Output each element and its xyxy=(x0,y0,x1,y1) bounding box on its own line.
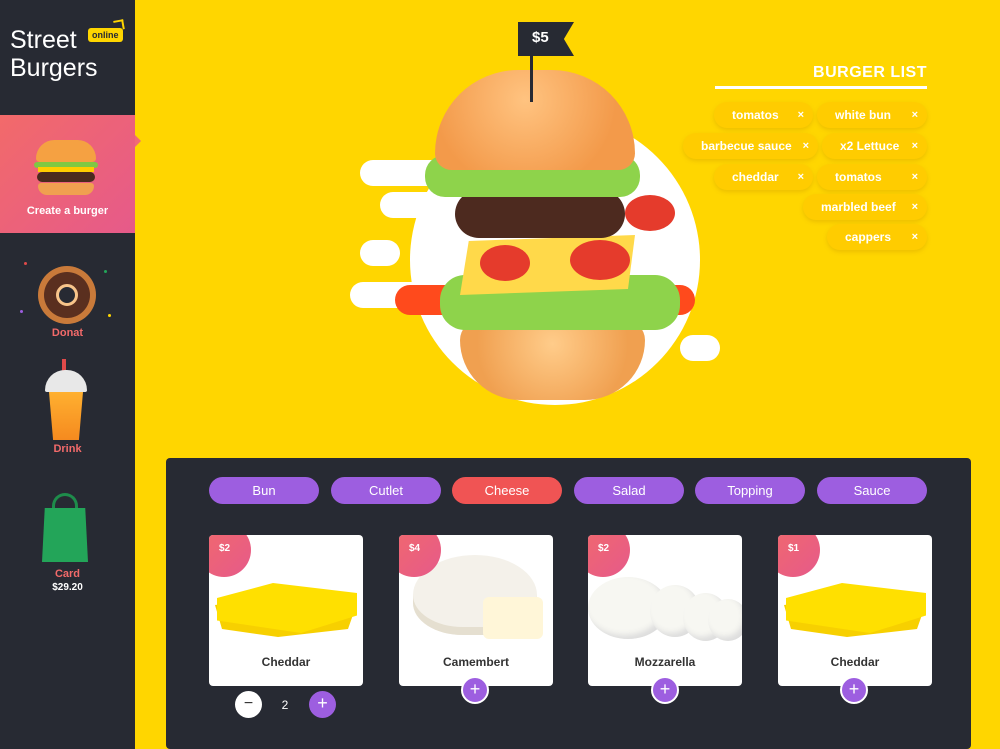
chip-label: x2 Lettuce xyxy=(840,139,900,153)
sprinkle-decoration xyxy=(24,262,27,265)
tab-topping[interactable]: Topping xyxy=(695,477,805,504)
remove-icon[interactable]: × xyxy=(912,194,918,220)
sidebar-item-create-burger[interactable]: Create a burger xyxy=(0,115,141,233)
product-card[interactable]: $1 Cheddar xyxy=(778,535,932,686)
chip-label: barbecue sauce xyxy=(701,139,792,153)
burger-illustration: $5 xyxy=(340,10,720,430)
tab-cutlet[interactable]: Cutlet xyxy=(331,477,441,504)
cart-total: $29.20 xyxy=(52,582,83,593)
tomato-slice xyxy=(570,240,630,280)
tab-bun[interactable]: Bun xyxy=(209,477,319,504)
chip-label: tomatos xyxy=(732,108,779,122)
decor-streak xyxy=(680,335,720,361)
sidebar-item-label: Drink xyxy=(53,443,82,455)
product-name: Cheddar xyxy=(830,655,880,669)
decrease-quantity-button[interactable]: − xyxy=(235,691,262,718)
product-name: Cheddar xyxy=(261,655,311,669)
product-card[interactable]: $2 Cheddar xyxy=(209,535,363,686)
app-logo[interactable]: Street Burgers xyxy=(10,26,98,82)
chip-label: white bun xyxy=(835,108,891,122)
sidebar-item-label: Create a burger xyxy=(26,205,109,217)
product-card[interactable]: $4 Camembert xyxy=(399,535,553,686)
ingredient-chip: x2 Lettuce × xyxy=(822,133,927,159)
add-button[interactable]: + xyxy=(840,676,868,704)
tomato-slice xyxy=(625,195,675,231)
price-badge: $2 xyxy=(588,535,630,577)
mozzarella-image xyxy=(708,599,742,641)
price-flag: $5 xyxy=(518,22,574,56)
chip-label: cheddar xyxy=(732,170,779,184)
add-button[interactable]: + xyxy=(651,676,679,704)
remove-icon[interactable]: × xyxy=(912,224,918,250)
remove-icon[interactable]: × xyxy=(798,164,804,190)
donut-icon xyxy=(38,266,96,324)
sidebar-item-drink[interactable]: Drink xyxy=(0,355,135,457)
remove-icon[interactable]: × xyxy=(803,133,809,159)
drink-lid-icon xyxy=(45,370,87,392)
shopping-bag-icon xyxy=(42,508,88,562)
logo-line1: Street xyxy=(10,26,77,54)
burger-list-underline xyxy=(715,86,927,89)
logo-line2: Burgers xyxy=(10,54,98,82)
chip-label: cappers xyxy=(845,230,892,244)
sprinkle-decoration xyxy=(108,314,111,317)
tab-salad[interactable]: Salad xyxy=(574,477,684,504)
sidebar-item-donat[interactable]: Donat xyxy=(0,250,135,342)
product-card[interactable]: $2 Mozzarella xyxy=(588,535,742,686)
ingredient-chip: tomatos × xyxy=(817,164,927,190)
ingredient-chip: white bun × xyxy=(817,102,927,128)
sidebar-item-label: Donat xyxy=(51,327,84,339)
ingredient-panel: Bun Cutlet Cheese Salad Topping Sauce $2… xyxy=(166,458,971,749)
sprinkle-decoration xyxy=(20,310,23,313)
decor-streak xyxy=(360,240,400,266)
product-name: Mozzarella xyxy=(634,655,696,669)
chip-label: tomatos xyxy=(835,170,882,184)
sidebar: Street Burgers online Create a burger Do… xyxy=(0,0,141,749)
ingredient-chip: tomatos × xyxy=(714,102,813,128)
bottom-bun xyxy=(460,320,645,400)
price-badge: $2 xyxy=(209,535,251,577)
patty-layer xyxy=(455,190,625,238)
ingredient-chip: marbled beef × xyxy=(803,194,927,220)
tab-cheese[interactable]: Cheese xyxy=(452,477,562,504)
ingredient-chip: cappers × xyxy=(827,224,927,250)
ingredient-chip: barbecue sauce × xyxy=(683,133,818,159)
add-button[interactable]: + xyxy=(461,676,489,704)
sidebar-item-card[interactable]: Card $29.20 xyxy=(0,490,135,600)
remove-icon[interactable]: × xyxy=(912,102,918,128)
camembert-wedge-image xyxy=(483,597,543,639)
quantity-value: 2 xyxy=(281,698,289,712)
remove-icon[interactable]: × xyxy=(798,102,804,128)
product-name: Camembert xyxy=(442,655,510,669)
burger-list-title: BURGER LIST xyxy=(813,64,927,81)
remove-icon[interactable]: × xyxy=(912,164,918,190)
burger-icon xyxy=(34,140,98,196)
tomato-slice xyxy=(480,245,530,281)
sprinkle-decoration xyxy=(104,270,107,273)
increase-quantity-button[interactable]: + xyxy=(309,691,336,718)
top-bun xyxy=(435,70,635,170)
chip-label: marbled beef xyxy=(821,200,896,214)
ingredient-chip: cheddar × xyxy=(714,164,813,190)
remove-icon[interactable]: × xyxy=(912,133,918,159)
drink-icon xyxy=(49,392,83,440)
logo-spark-icon xyxy=(113,19,125,31)
tab-sauce[interactable]: Sauce xyxy=(817,477,927,504)
price-badge: $1 xyxy=(778,535,820,577)
sidebar-item-label: Card xyxy=(54,568,81,580)
